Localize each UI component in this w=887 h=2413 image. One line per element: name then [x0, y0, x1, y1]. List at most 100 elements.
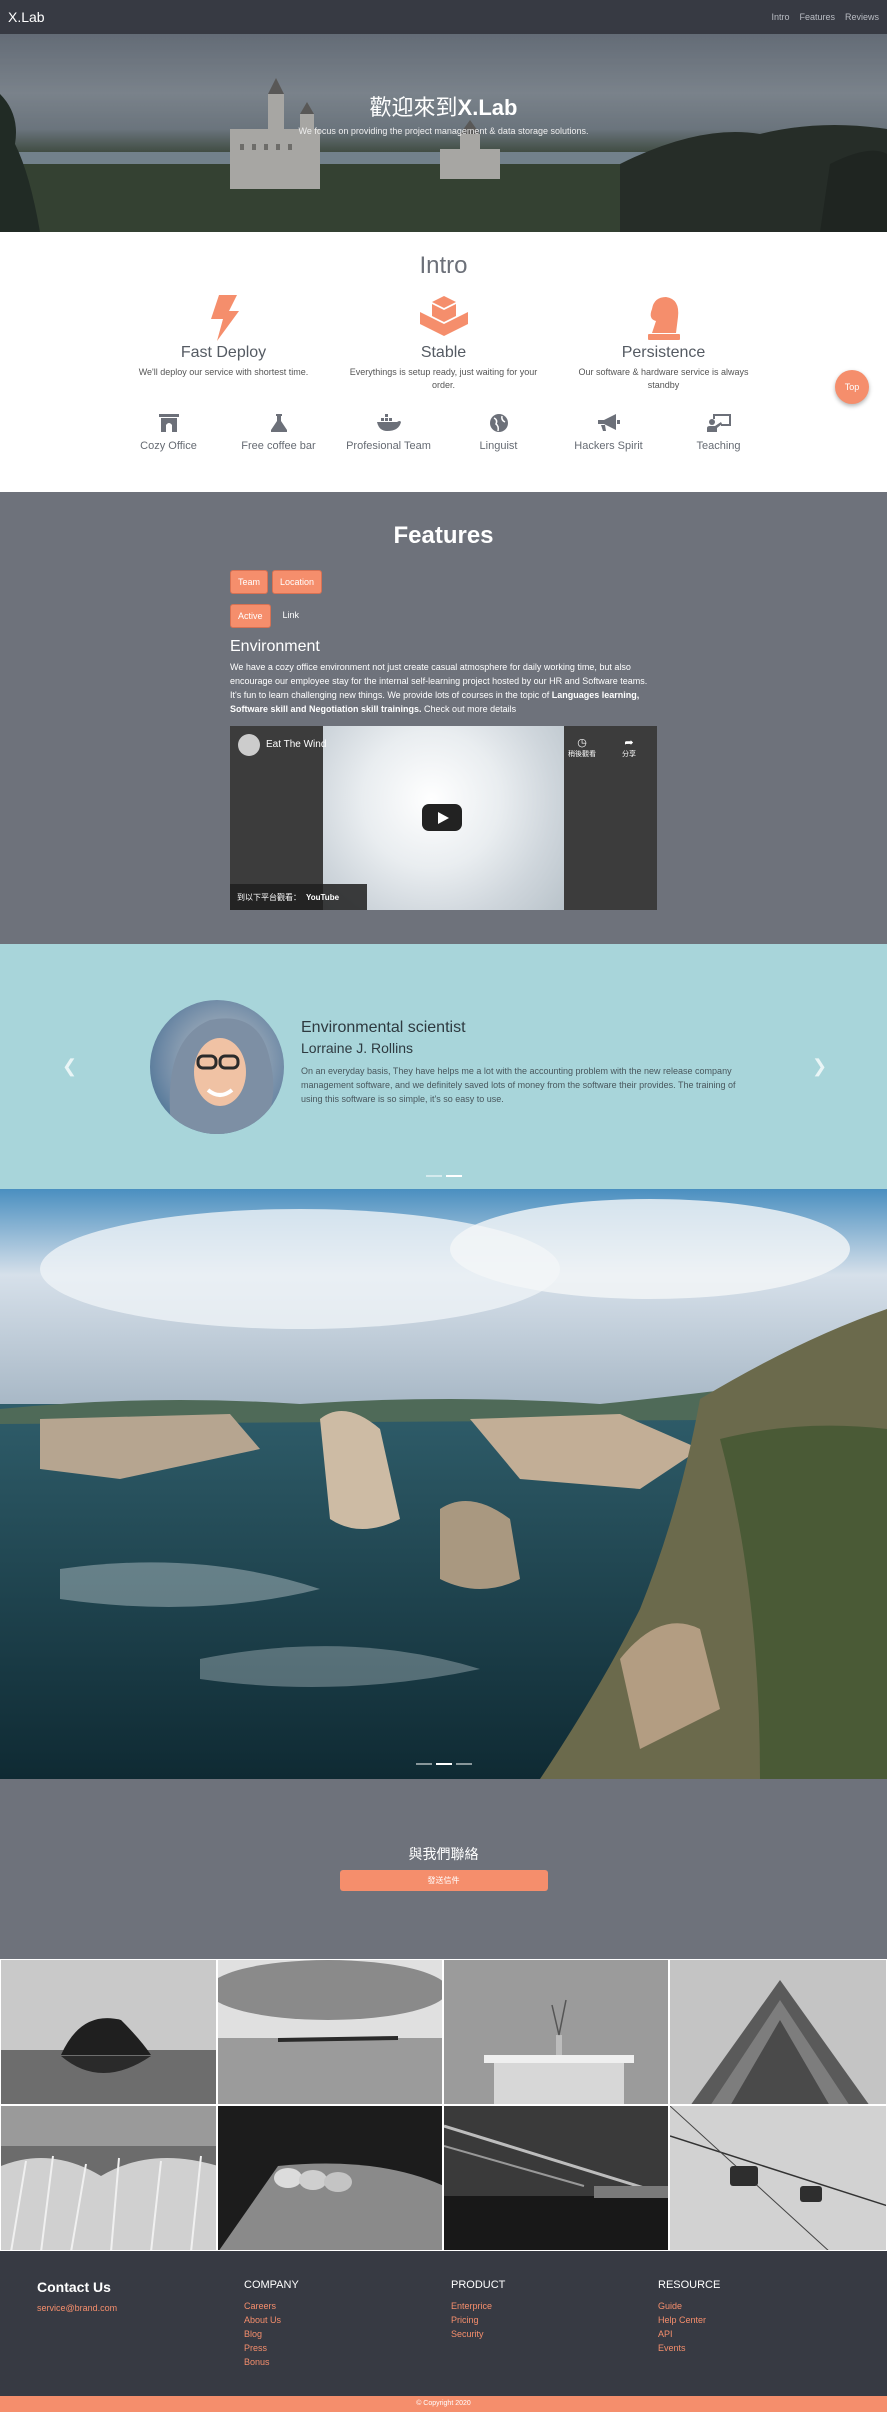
photo-grid [0, 1959, 887, 2251]
chess-knight-icon [554, 294, 774, 342]
features-section: Features Team Location Active Link Envir… [0, 492, 887, 944]
perk-label: Profesional Team [346, 440, 431, 452]
contact-title: 與我們聯絡 [408, 1846, 479, 1862]
carousel-indicator[interactable] [425, 1175, 442, 1177]
carousel-indicator-active[interactable] [445, 1175, 462, 1177]
perk-linguist: Linguist [444, 412, 554, 452]
hero-subtitle: We focus on providing the project manage… [298, 126, 589, 136]
footer-link-pricing[interactable]: Pricing [451, 2313, 658, 2327]
perk-label: Teaching [696, 440, 741, 452]
grid-photo-table[interactable] [443, 1959, 669, 2105]
archway-icon [114, 412, 224, 434]
grid-photo-cable-car[interactable] [669, 2105, 887, 2251]
review-quote: On an everyday basis, They have helps me… [301, 1066, 736, 1104]
intro-title: Intro [419, 252, 468, 279]
video-title[interactable]: Eat The Wind [266, 739, 326, 750]
location-button[interactable]: Location [272, 570, 323, 594]
feature-title: Fast Deploy [180, 344, 267, 361]
next-arrow-icon[interactable]: ❯ [812, 1056, 827, 1077]
environment-description: We have a cozy office environment not ju… [230, 662, 648, 714]
footer-email-link[interactable]: service@brand.com [37, 2301, 244, 2315]
cubes-icon [334, 294, 554, 342]
feature-stable: Stable Everythings is setup ready, just … [334, 294, 554, 392]
grid-photo-building[interactable] [669, 1959, 887, 2105]
watch-later-button[interactable]: ◷ 稍後觀看 [568, 736, 596, 759]
youtube-logo: YouTube [306, 892, 340, 902]
prev-arrow-icon[interactable]: ❮ [62, 1056, 77, 1077]
footer-resource: RESOURCE Guide Help Center API Events [658, 2279, 865, 2396]
footer-link-press[interactable]: Press [244, 2341, 451, 2355]
footer-link-careers[interactable]: Careers [244, 2299, 451, 2313]
pill-buttons: Team Location [230, 570, 657, 594]
perk-label: Hackers Spirit [574, 440, 643, 452]
perk-profesional-team: Profesional Team [334, 412, 444, 452]
perk-cozy-office: Cozy Office [114, 412, 224, 452]
carousel-indicator-active[interactable] [435, 1763, 452, 1765]
perks-row: Cozy Office Free coffee bar Profesional … [0, 412, 887, 452]
footer-link-guide[interactable]: Guide [658, 2299, 865, 2313]
feature-desc: Our software & hardware service is alway… [578, 367, 749, 390]
grid-photo-lake[interactable] [217, 1959, 443, 2105]
coastline-photo-carousel [0, 1189, 887, 1779]
nav-link-intro[interactable]: Intro [771, 12, 789, 22]
hero-banner: 歡迎來到X.Lab We focus on providing the proj… [0, 34, 887, 232]
channel-avatar[interactable] [238, 734, 260, 756]
footer-link-bonus[interactable]: Bonus [244, 2355, 451, 2369]
flask-icon [224, 412, 334, 434]
perk-label: Linguist [479, 440, 518, 452]
footer-contact: Contact Us service@brand.com [37, 2279, 244, 2396]
perk-teaching: Teaching [664, 412, 774, 452]
footer-column-title: RESOURCE [658, 2279, 721, 2291]
tab-active[interactable]: Active [230, 604, 271, 628]
feature-title: Stable [420, 344, 467, 361]
perk-label: Free coffee bar [241, 440, 316, 452]
megaphone-icon [554, 412, 664, 434]
perk-hackers-spirit: Hackers Spirit [554, 412, 664, 452]
footer-link-about-us[interactable]: About Us [244, 2313, 451, 2327]
tab-link[interactable]: Link [275, 604, 308, 628]
main-features: Fast Deploy We'll deploy our service wit… [0, 294, 887, 392]
footer-company: COMPANY Careers About Us Blog Press Bonu… [244, 2279, 451, 2396]
footer-column-title: COMPANY [244, 2279, 299, 2291]
footer-link-security[interactable]: Security [451, 2327, 658, 2341]
footer-column-title: PRODUCT [451, 2279, 506, 2291]
share-button[interactable]: ➦ 分享 [622, 736, 636, 759]
grid-photo-shells[interactable] [217, 2105, 443, 2251]
feature-title: Persistence [621, 344, 706, 361]
grid-photo-rock[interactable] [0, 1959, 217, 2105]
brand-logo[interactable]: X.Lab [8, 9, 45, 25]
back-to-top-button[interactable]: Top [835, 370, 869, 404]
carousel-indicators [0, 1175, 887, 1177]
site-footer: Contact Us service@brand.com COMPANY Car… [0, 2251, 887, 2396]
reviewer-name: Lorraine J. Rollins [301, 1040, 414, 1056]
environment-title: Environment [230, 638, 320, 655]
play-button[interactable] [422, 804, 462, 831]
watch-on-youtube-bar[interactable]: 到以下平台觀看： YouTube [230, 884, 367, 910]
chalkboard-teacher-icon [664, 412, 774, 434]
nav-link-reviews[interactable]: Reviews [845, 12, 879, 22]
footer-link-blog[interactable]: Blog [244, 2327, 451, 2341]
grid-photo-wheat[interactable] [0, 2105, 217, 2251]
footer-link-events[interactable]: Events [658, 2341, 865, 2355]
footer-link-api[interactable]: API [658, 2327, 865, 2341]
carousel-indicator[interactable] [455, 1763, 472, 1765]
share-arrow-icon: ➦ [624, 737, 634, 749]
youtube-video-embed[interactable]: Eat The Wind ◷ 稍後觀看 ➦ 分享 到以下平台觀看： YouTube [230, 726, 657, 910]
perk-label: Cozy Office [140, 440, 197, 452]
copyright-bar: © Copyright 2020 [0, 2396, 887, 2412]
grid-photo-bridge[interactable] [443, 2105, 669, 2251]
footer-link-help-center[interactable]: Help Center [658, 2313, 865, 2327]
features-title: Features [393, 522, 494, 549]
lightning-bolt-icon [114, 294, 334, 342]
carousel-indicator[interactable] [415, 1763, 432, 1765]
top-navbar: X.Lab Intro Features Reviews [0, 0, 887, 34]
footer-product: PRODUCT Enterprice Pricing Security [451, 2279, 658, 2396]
team-button[interactable]: Team [230, 570, 269, 594]
clock-icon: ◷ [577, 737, 587, 749]
send-mail-button[interactable]: 發送信件 [339, 1870, 548, 1891]
globe-icon [444, 412, 554, 434]
reviewer-role: Environmental scientist [301, 1019, 466, 1036]
nav-link-features[interactable]: Features [799, 12, 835, 22]
nav-links: Intro Features Reviews [771, 12, 879, 22]
footer-link-enterprice[interactable]: Enterprice [451, 2299, 658, 2313]
